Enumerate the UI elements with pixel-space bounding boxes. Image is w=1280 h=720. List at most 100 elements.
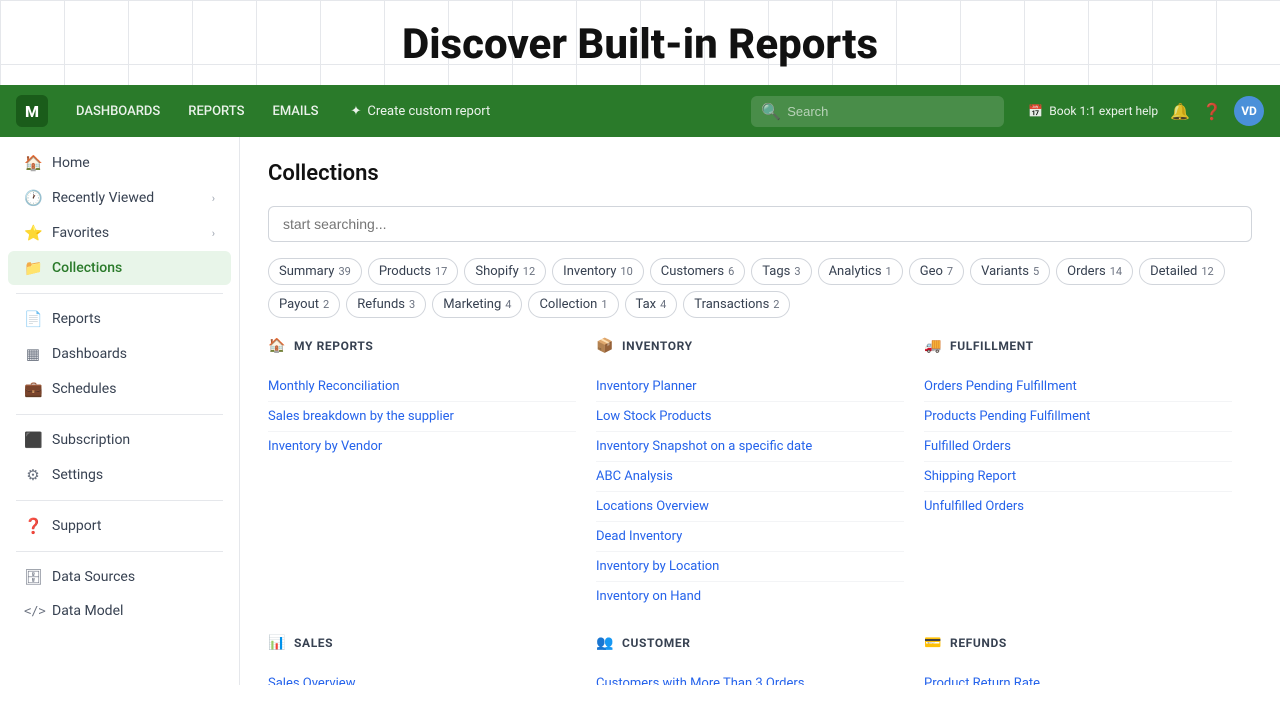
inventory-section: 📦 INVENTORY Inventory Planner Low Stock …	[596, 338, 924, 635]
sidebar-data-sources-label: Data Sources	[52, 569, 135, 585]
sidebar-divider-1	[16, 293, 223, 294]
filter-tab-geo[interactable]: Geo 7	[909, 258, 964, 285]
sidebar-item-dashboards[interactable]: ▦ Dashboards	[8, 337, 231, 371]
nav-reports[interactable]: REPORTS	[176, 98, 256, 125]
filter-tab-variants[interactable]: Variants 5	[970, 258, 1050, 285]
chevron-right-icon-2: ›	[212, 227, 215, 240]
customer-icon: 👥	[596, 635, 614, 651]
sparkle-icon: ✦	[351, 104, 362, 119]
inventory-snapshot-link[interactable]: Inventory Snapshot on a specific date	[596, 432, 904, 462]
filter-tab-customers[interactable]: Customers 6	[650, 258, 745, 285]
sidebar-divider-2	[16, 414, 223, 415]
reports-grid: 🏠 MY REPORTS Monthly Reconciliation Sale…	[268, 338, 1252, 685]
filter-tab-products[interactable]: Products 17	[368, 258, 459, 285]
customers-3-orders-link[interactable]: Customers with More Than 3 Orders	[596, 669, 904, 685]
sales-section: 📊 SALES Sales Overview Sales by Product …	[268, 635, 596, 685]
sidebar-divider-4	[16, 551, 223, 552]
collections-search-input[interactable]	[268, 206, 1252, 242]
fulfillment-header: 🚚 FULFILLMENT	[924, 338, 1232, 360]
nav-search-box[interactable]: 🔍	[751, 96, 1004, 127]
sidebar-item-subscription[interactable]: ⬛ Subscription	[8, 423, 231, 457]
fulfilled-orders-link[interactable]: Fulfilled Orders	[924, 432, 1232, 462]
inventory-by-location-link[interactable]: Inventory by Location	[596, 552, 904, 582]
filter-tab-payout[interactable]: Payout 2	[268, 291, 340, 318]
code-icon: </>	[24, 604, 42, 618]
sidebar-item-recently-viewed[interactable]: 🕐 Recently Viewed ›	[8, 181, 231, 215]
sidebar-divider-3	[16, 500, 223, 501]
search-input[interactable]	[787, 104, 994, 119]
main-layout: 🏠 Home 🕐 Recently Viewed › ⭐ Favorites ›…	[0, 137, 1280, 685]
sidebar-collections-label: Collections	[52, 260, 122, 276]
filter-tabs: Summary 39 Products 17 Shopify 12 Invent…	[268, 258, 1252, 318]
sidebar-recently-viewed-label: Recently Viewed	[52, 190, 154, 206]
report-icon: 📄	[24, 310, 42, 328]
products-pending-fulfillment-link[interactable]: Products Pending Fulfillment	[924, 402, 1232, 432]
sidebar-item-schedules[interactable]: 💼 Schedules	[8, 372, 231, 406]
filter-tab-tax[interactable]: Tax 4	[625, 291, 678, 318]
star-icon: ⭐	[24, 224, 42, 242]
sidebar-item-data-sources[interactable]: 🗄 Data Sources	[8, 560, 231, 594]
filter-tab-analytics[interactable]: Analytics 1	[818, 258, 903, 285]
top-nav: M DASHBOARDS REPORTS EMAILS ✦ Create cus…	[0, 85, 1280, 137]
dashboard-icon: ▦	[24, 345, 42, 363]
user-avatar[interactable]: VD	[1234, 96, 1264, 126]
locations-overview-link[interactable]: Locations Overview	[596, 492, 904, 522]
sidebar-dashboards-label: Dashboards	[52, 346, 127, 362]
nav-emails[interactable]: EMAILS	[260, 98, 330, 125]
filter-tab-tags[interactable]: Tags 3	[751, 258, 811, 285]
unfulfilled-orders-link[interactable]: Unfulfilled Orders	[924, 492, 1232, 521]
sales-overview-link[interactable]: Sales Overview	[268, 669, 576, 685]
help-button[interactable]: ❓	[1202, 102, 1222, 121]
nav-dashboards[interactable]: DASHBOARDS	[64, 98, 172, 125]
inventory-on-hand-link[interactable]: Inventory on Hand	[596, 582, 904, 611]
my-reports-section: 🏠 MY REPORTS Monthly Reconciliation Sale…	[268, 338, 596, 635]
my-reports-icon: 🏠	[268, 338, 286, 354]
refunds-header: 💳 REFUNDS	[924, 635, 1232, 657]
sidebar-item-collections[interactable]: 📁 Collections	[8, 251, 231, 285]
clock-icon: 🕐	[24, 189, 42, 207]
filter-tab-summary[interactable]: Summary 39	[268, 258, 362, 285]
inventory-by-vendor-link[interactable]: Inventory by Vendor	[268, 432, 576, 461]
notifications-button[interactable]: 🔔	[1170, 102, 1190, 121]
sidebar-item-reports[interactable]: 📄 Reports	[8, 302, 231, 336]
sidebar-item-data-model[interactable]: </> Data Model	[8, 595, 231, 627]
nav-logo[interactable]: M	[16, 95, 48, 127]
filter-tab-orders[interactable]: Orders 14	[1056, 258, 1133, 285]
sidebar-subscription-label: Subscription	[52, 432, 130, 448]
filter-tab-collection[interactable]: Collection 1	[528, 291, 618, 318]
calendar-icon: 📅	[1028, 104, 1043, 118]
low-stock-products-link[interactable]: Low Stock Products	[596, 402, 904, 432]
filter-tab-transactions[interactable]: Transactions 2	[683, 291, 790, 318]
sidebar: 🏠 Home 🕐 Recently Viewed › ⭐ Favorites ›…	[0, 137, 240, 685]
sidebar-item-settings[interactable]: ⚙ Settings	[8, 458, 231, 492]
gear-icon: ⚙	[24, 466, 42, 484]
filter-tab-marketing[interactable]: Marketing 4	[432, 291, 522, 318]
dead-inventory-link[interactable]: Dead Inventory	[596, 522, 904, 552]
filter-tab-inventory[interactable]: Inventory 10	[552, 258, 644, 285]
create-custom-report-button[interactable]: ✦ Create custom report	[339, 98, 503, 125]
inventory-header: 📦 INVENTORY	[596, 338, 904, 360]
orders-pending-fulfillment-link[interactable]: Orders Pending Fulfillment	[924, 372, 1232, 402]
book-expert-button[interactable]: 📅 Book 1:1 expert help	[1028, 104, 1158, 118]
filter-tab-refunds[interactable]: Refunds 3	[346, 291, 426, 318]
monthly-reconciliation-link[interactable]: Monthly Reconciliation	[268, 372, 576, 402]
abc-analysis-link[interactable]: ABC Analysis	[596, 462, 904, 492]
sidebar-schedules-label: Schedules	[52, 381, 116, 397]
filter-tab-detailed[interactable]: Detailed 12	[1139, 258, 1225, 285]
subscription-icon: ⬛	[24, 431, 42, 449]
nav-right-actions: 📅 Book 1:1 expert help 🔔 ❓ VD	[1028, 96, 1264, 126]
inventory-planner-link[interactable]: Inventory Planner	[596, 372, 904, 402]
schedules-icon: 💼	[24, 380, 42, 398]
database-icon: 🗄	[24, 568, 42, 586]
sales-icon: 📊	[268, 635, 286, 651]
nav-links: DASHBOARDS REPORTS EMAILS	[64, 98, 331, 125]
my-reports-header: 🏠 MY REPORTS	[268, 338, 576, 360]
sidebar-item-favorites[interactable]: ⭐ Favorites ›	[8, 216, 231, 250]
filter-tab-shopify[interactable]: Shopify 12	[464, 258, 546, 285]
shipping-report-link[interactable]: Shipping Report	[924, 462, 1232, 492]
product-return-rate-link[interactable]: Product Return Rate	[924, 669, 1232, 685]
collections-page-title: Collections	[268, 161, 1252, 186]
sales-breakdown-supplier-link[interactable]: Sales breakdown by the supplier	[268, 402, 576, 432]
sidebar-item-home[interactable]: 🏠 Home	[8, 146, 231, 180]
sidebar-item-support[interactable]: ❓ Support	[8, 509, 231, 543]
